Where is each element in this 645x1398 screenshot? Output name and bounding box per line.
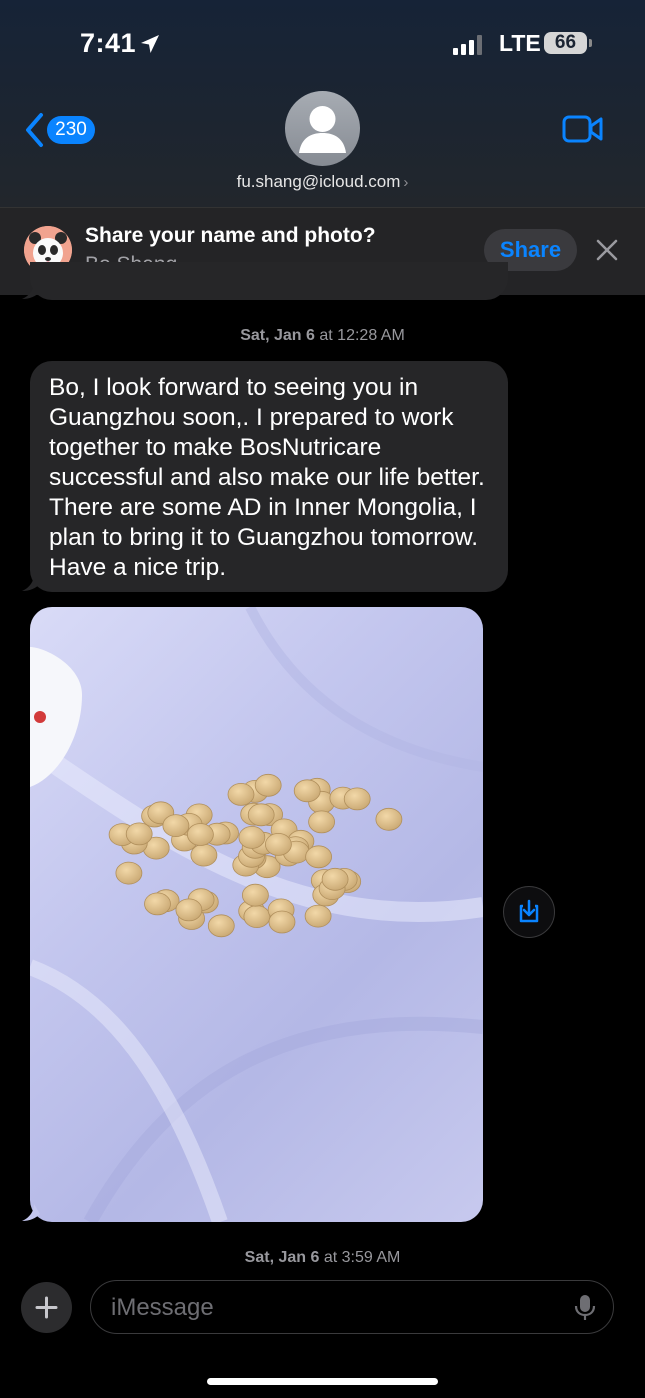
status-time: 7:41 xyxy=(80,28,137,58)
chevron-right-icon: › xyxy=(403,174,409,191)
pill xyxy=(115,861,143,885)
pill xyxy=(304,904,332,928)
pill xyxy=(190,843,218,867)
save-photo-button[interactable] xyxy=(503,886,555,938)
pill xyxy=(293,779,321,803)
contact-name[interactable]: fu.shang@icloud.com › xyxy=(0,172,645,192)
timestamp-time: 12:28 AM xyxy=(337,327,405,344)
battery-nub xyxy=(589,39,592,47)
person-icon xyxy=(299,106,346,153)
pill xyxy=(207,914,235,938)
share-banner-title: Share your name and photo? xyxy=(85,224,376,247)
back-button[interactable]: 230 xyxy=(24,112,98,148)
pill xyxy=(343,787,371,811)
network-type: LTE xyxy=(499,30,541,56)
pill xyxy=(243,905,271,929)
timestamp-time: 3:59 AM xyxy=(341,1249,401,1266)
save-download-icon xyxy=(519,899,539,923)
location-arrow-icon xyxy=(141,35,159,53)
pill xyxy=(308,810,336,834)
status-bar: 7:41 LTE 66 xyxy=(0,0,645,80)
facetime-video-button[interactable] xyxy=(562,114,604,149)
pill xyxy=(305,845,333,869)
timestamp-day: Sat, Jan 6 xyxy=(240,327,315,344)
microphone-icon[interactable] xyxy=(574,1294,596,1322)
timestamp: Sat, Jan 6 at 3:59 AM xyxy=(0,1249,645,1267)
timestamp: Sat, Jan 6 at 12:28 AM xyxy=(0,327,645,345)
pill xyxy=(375,807,403,831)
bubble-tail xyxy=(22,282,40,299)
message-input[interactable] xyxy=(109,1281,553,1334)
close-icon xyxy=(596,239,618,261)
previous-message-bubble xyxy=(30,262,508,300)
timestamp-connector: at xyxy=(323,1249,338,1266)
pill xyxy=(268,910,296,934)
timestamp-connector: at xyxy=(319,327,333,344)
bubble-tail xyxy=(22,574,40,591)
pill xyxy=(175,898,203,922)
dismiss-banner-button[interactable] xyxy=(596,239,618,266)
signal-icon xyxy=(453,35,482,55)
pill xyxy=(227,782,255,806)
message-bubble-incoming[interactable]: Bo, I look forward to seeing you in Guan… xyxy=(30,361,508,592)
pill xyxy=(238,825,266,849)
plus-icon xyxy=(35,1296,58,1319)
add-attachment-button[interactable] xyxy=(21,1282,72,1333)
pill xyxy=(125,822,153,846)
video-camera-icon xyxy=(562,115,603,143)
pill xyxy=(321,867,349,891)
pill xyxy=(254,773,282,797)
contact-avatar[interactable] xyxy=(285,91,360,166)
home-indicator xyxy=(207,1378,438,1385)
message-photo[interactable] xyxy=(30,607,483,1222)
pill xyxy=(264,832,292,856)
photo-image xyxy=(30,607,483,1222)
pill xyxy=(144,892,171,916)
contact-address: fu.shang@icloud.com xyxy=(236,172,401,191)
unread-count-badge: 230 xyxy=(47,116,95,144)
pill xyxy=(162,814,190,838)
timestamp-day: Sat, Jan 6 xyxy=(244,1249,320,1266)
pill xyxy=(241,883,269,907)
bubble-tail xyxy=(22,1204,40,1221)
message-text: Bo, I look forward to seeing you in Guan… xyxy=(49,374,485,581)
back-chevron-icon xyxy=(26,113,43,147)
pill xyxy=(186,823,214,846)
pill xyxy=(247,803,275,827)
battery-icon: 66 xyxy=(544,32,587,54)
message-field[interactable] xyxy=(90,1280,614,1334)
